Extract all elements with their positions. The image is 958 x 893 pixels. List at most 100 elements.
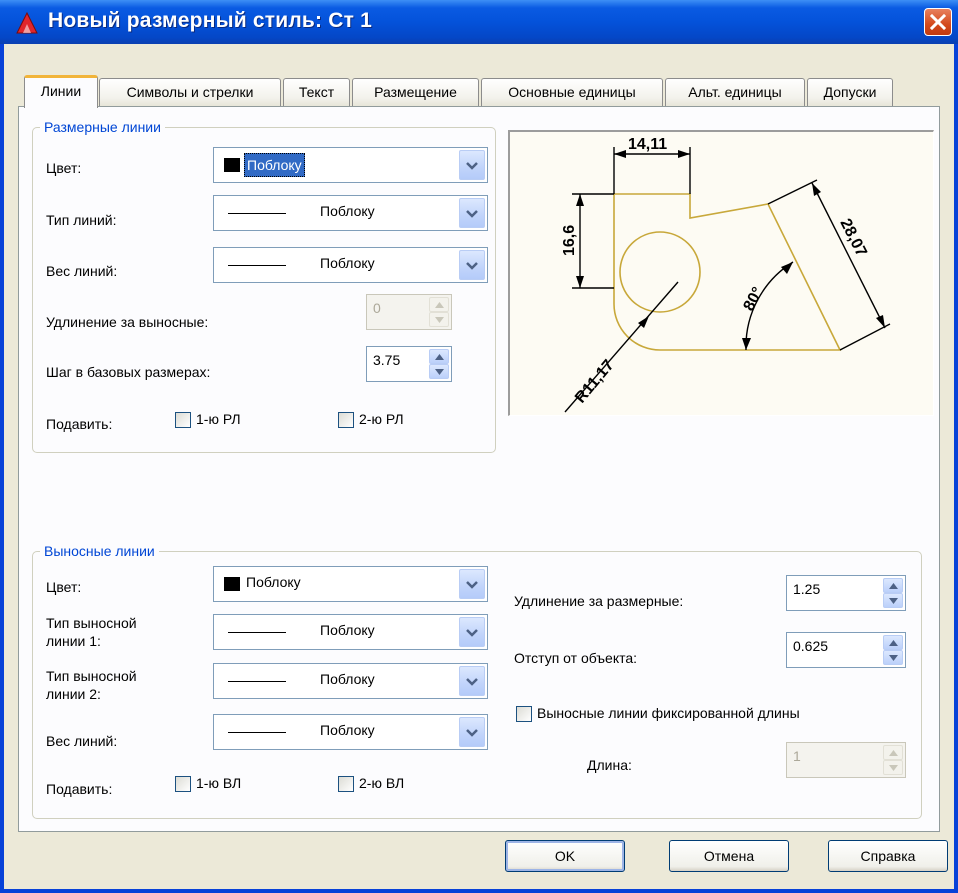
- suppress-extline2-checkbox[interactable]: [338, 776, 354, 792]
- dim-extend-spinner[interactable]: 0: [366, 294, 452, 330]
- chevron-down-icon: [466, 629, 478, 637]
- length-spinner[interactable]: 1: [786, 742, 906, 778]
- dim-lineweight-label: Вес линий:: [46, 263, 118, 279]
- ext-lineweight-label: Вес линий:: [46, 733, 118, 749]
- arrow-up-icon: [435, 354, 444, 360]
- arrow-down-icon: [889, 765, 898, 771]
- close-button[interactable]: [924, 8, 952, 36]
- dim-top-text: 14,11: [628, 136, 667, 153]
- ok-button[interactable]: OK: [505, 840, 625, 872]
- preview-pane: 14,11 16,6 28,07 80° R11,17: [508, 130, 934, 416]
- ext-linetype1-label-a: Тип выносной: [46, 615, 137, 631]
- tab-lines[interactable]: Линии: [24, 75, 98, 108]
- dim-color-label: Цвет:: [46, 160, 82, 176]
- chevron-down-icon: [466, 729, 478, 737]
- autocad-app-icon: [14, 10, 40, 36]
- ext-lines-group-label: Выносные линии: [40, 543, 159, 559]
- suppress-dimline2-checkbox[interactable]: [338, 412, 354, 428]
- spin-up-button[interactable]: [429, 349, 449, 364]
- length-label: Длина:: [587, 757, 632, 773]
- dropdown-button[interactable]: [459, 666, 485, 696]
- dim-baseline-value: 3.75: [373, 352, 401, 368]
- spin-up-button[interactable]: [883, 635, 903, 650]
- ext-linetype2-select[interactable]: Поблоку: [213, 663, 488, 699]
- arrow-up-icon: [435, 302, 444, 308]
- arrow-up-icon: [889, 750, 898, 756]
- tab-fit[interactable]: Размещение: [352, 78, 479, 106]
- extend-beyond-label: Удлинение за размерные:: [514, 593, 684, 609]
- ext-linetype1-label-b: линии 1:: [46, 633, 101, 649]
- dim-right-text: 28,07: [836, 216, 869, 259]
- dim-baseline-spinner[interactable]: 3.75: [366, 346, 452, 382]
- ext-lineweight-value: Поблоку: [320, 722, 375, 738]
- chevron-down-icon: [466, 162, 478, 170]
- chevron-down-icon: [466, 210, 478, 218]
- length-value: 1: [793, 748, 801, 764]
- cancel-button[interactable]: Отмена: [669, 840, 789, 872]
- spin-down-button[interactable]: [429, 364, 449, 379]
- suppress-dimline1-label: 1-ю РЛ: [196, 411, 241, 427]
- ext-suppress-label: Подавить:: [46, 781, 113, 797]
- dim-linetype-label: Тип линий:: [46, 212, 117, 228]
- dropdown-button[interactable]: [459, 717, 485, 747]
- chevron-down-icon: [466, 581, 478, 589]
- dim-linetype-select[interactable]: Поблоку: [213, 195, 488, 231]
- offset-spinner[interactable]: 0.625: [786, 632, 906, 668]
- tab-text[interactable]: Текст: [283, 78, 350, 106]
- dim-left-text: 16,6: [561, 225, 578, 256]
- dim-radius-text: R11,17: [572, 357, 618, 407]
- chevron-down-icon: [466, 262, 478, 270]
- ext-linetype1-value: Поблоку: [320, 622, 375, 638]
- ext-color-label: Цвет:: [46, 579, 82, 595]
- ext-color-select[interactable]: Поблоку: [213, 566, 488, 602]
- dim-lineweight-value: Поблоку: [320, 255, 375, 271]
- dim-lineweight-select[interactable]: Поблоку: [213, 247, 488, 283]
- line-sample: [228, 632, 286, 633]
- chevron-down-icon: [466, 678, 478, 686]
- fixed-length-label: Выносные линии фиксированной длины: [537, 705, 800, 721]
- dropdown-button[interactable]: [459, 250, 485, 280]
- spin-up-button[interactable]: [429, 297, 449, 312]
- dim-extend-label: Удлинение за выносные:: [46, 314, 209, 330]
- suppress-dimline2-label: 2-ю РЛ: [359, 411, 404, 427]
- offset-label: Отступ от объекта:: [514, 650, 638, 666]
- color-swatch: [224, 158, 240, 172]
- tab-alternate-units[interactable]: Альт. единицы: [665, 78, 805, 106]
- spin-down-button[interactable]: [883, 650, 903, 665]
- fixed-length-checkbox[interactable]: [516, 706, 532, 722]
- dim-baseline-label: Шаг в базовых размерах:: [46, 364, 211, 380]
- color-swatch: [224, 577, 240, 591]
- dim-color-select[interactable]: Поблоку: [213, 147, 488, 183]
- dropdown-button[interactable]: [459, 617, 485, 647]
- spin-down-button[interactable]: [429, 312, 449, 327]
- suppress-dimline1-checkbox[interactable]: [175, 412, 191, 428]
- help-button[interactable]: Справка: [828, 840, 948, 872]
- offset-value: 0.625: [793, 638, 829, 654]
- dimension-preview-drawing: 14,11 16,6 28,07 80° R11,17: [561, 136, 891, 413]
- suppress-extline1-label: 1-ю ВЛ: [196, 775, 242, 791]
- dropdown-button[interactable]: [459, 569, 485, 599]
- dim-angle-text: 80°: [741, 285, 767, 314]
- ext-linetype2-value: Поблоку: [320, 671, 375, 687]
- spin-up-button[interactable]: [883, 578, 903, 593]
- ext-lineweight-select[interactable]: Поблоку: [213, 714, 488, 750]
- line-sample: [228, 213, 286, 214]
- ext-linetype2-label-a: Тип выносной: [46, 668, 137, 684]
- spin-down-button[interactable]: [883, 593, 903, 608]
- ext-linetype1-select[interactable]: Поблоку: [213, 614, 488, 650]
- dropdown-button[interactable]: [459, 150, 485, 180]
- tab-tolerances[interactable]: Допуски: [807, 78, 893, 106]
- spin-down-button[interactable]: [883, 760, 903, 775]
- dropdown-button[interactable]: [459, 198, 485, 228]
- spin-up-button[interactable]: [883, 745, 903, 760]
- arrow-down-icon: [889, 598, 898, 604]
- dim-lines-group-label: Размерные линии: [40, 119, 165, 135]
- line-sample: [228, 732, 286, 733]
- close-icon: [930, 14, 946, 30]
- extend-beyond-spinner[interactable]: 1.25: [786, 575, 906, 611]
- tab-primary-units[interactable]: Основные единицы: [481, 78, 663, 106]
- arrow-down-icon: [435, 317, 444, 323]
- tab-symbols-arrows[interactable]: Символы и стрелки: [99, 78, 281, 106]
- suppress-extline1-checkbox[interactable]: [175, 776, 191, 792]
- line-sample: [228, 681, 286, 682]
